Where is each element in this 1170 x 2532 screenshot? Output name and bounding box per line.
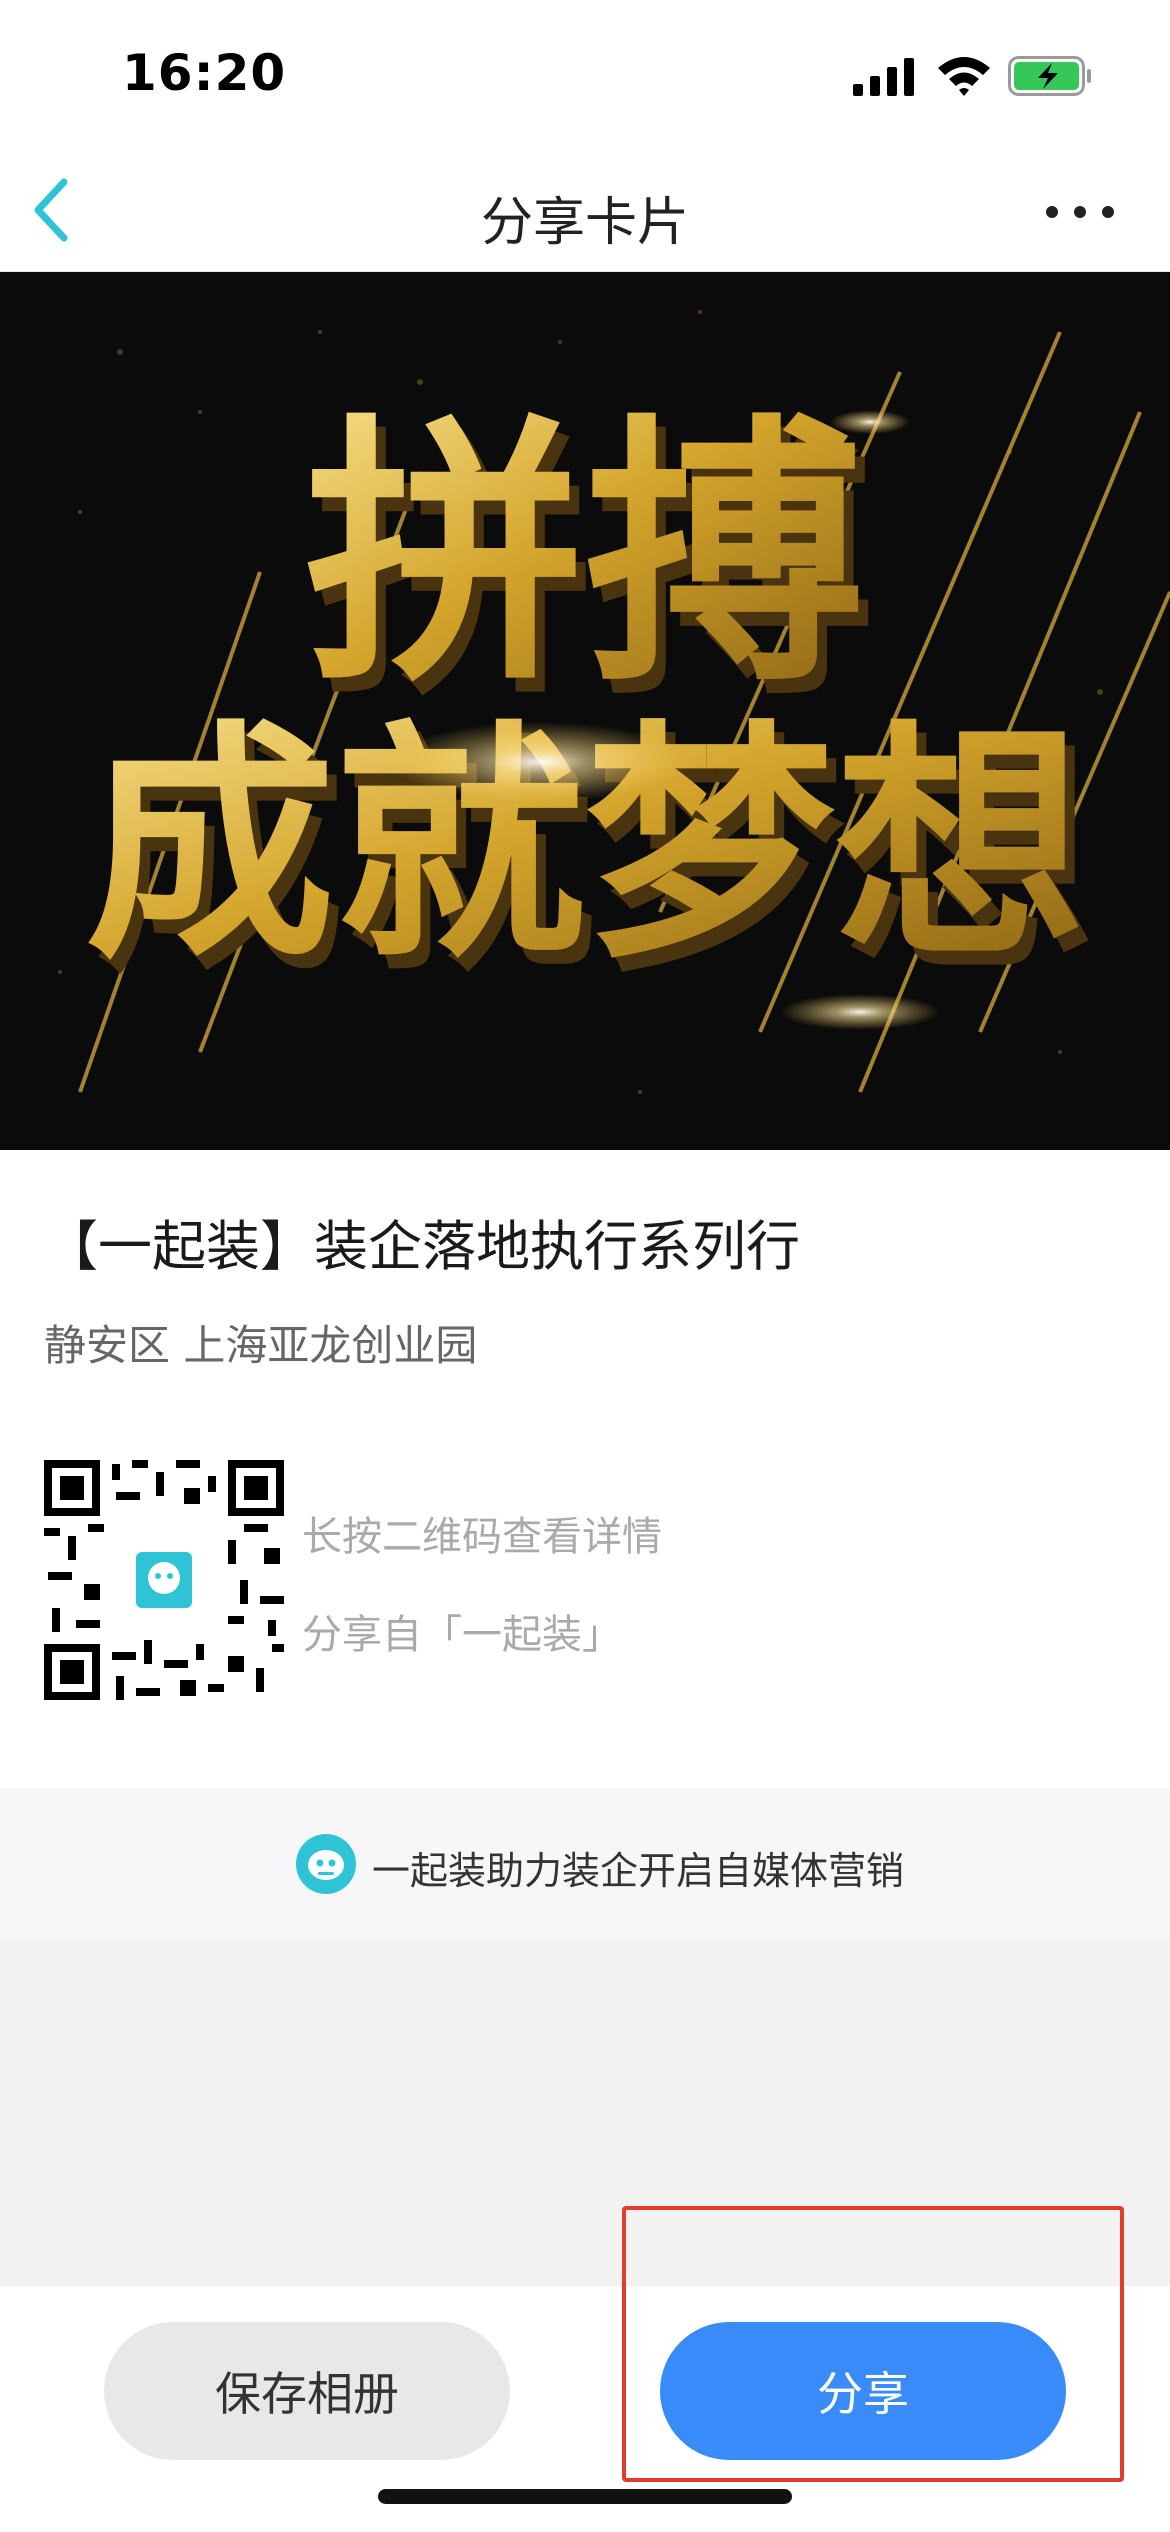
brand-logo-icon (296, 1834, 356, 1894)
card-footer: 一起装助力装企开启自媒体营销 (0, 1788, 1170, 1938)
share-card: 拼搏 拼搏 成就梦想 成就梦想 【一起装】装企落地执行系列行 静安区 上海亚龙创… (0, 272, 1170, 1938)
footer-slogan: 一起装助力装企开启自媒体营销 (372, 1849, 905, 1893)
wifi-icon (938, 57, 990, 96)
battery-icon (1008, 56, 1091, 96)
status-time: 16:20 (122, 44, 287, 102)
status-bar: 16:20 (0, 0, 1170, 150)
event-location: 静安区 上海亚龙创业园 (44, 1321, 478, 1370)
event-title: 【一起装】装企落地执行系列行 (44, 1215, 800, 1278)
save-to-album-button[interactable]: 保存相册 (104, 2322, 510, 2460)
banner-line1: 拼搏 (305, 393, 865, 719)
banner-image: 拼搏 拼搏 成就梦想 成就梦想 (0, 272, 1170, 1150)
more-icon[interactable] (1040, 192, 1120, 232)
nav-bar: 分享卡片 (0, 150, 1170, 272)
page-title: 分享卡片 (480, 193, 689, 253)
qr-source-text: 分享自「一起装」 (302, 1612, 622, 1658)
highlight-annotation (622, 2206, 1124, 2482)
signal-icon (853, 58, 914, 96)
qr-code-icon[interactable] (44, 1460, 284, 1700)
qr-hint-text: 长按二维码查看详情 (302, 1514, 662, 1560)
home-indicator (378, 2489, 792, 2504)
